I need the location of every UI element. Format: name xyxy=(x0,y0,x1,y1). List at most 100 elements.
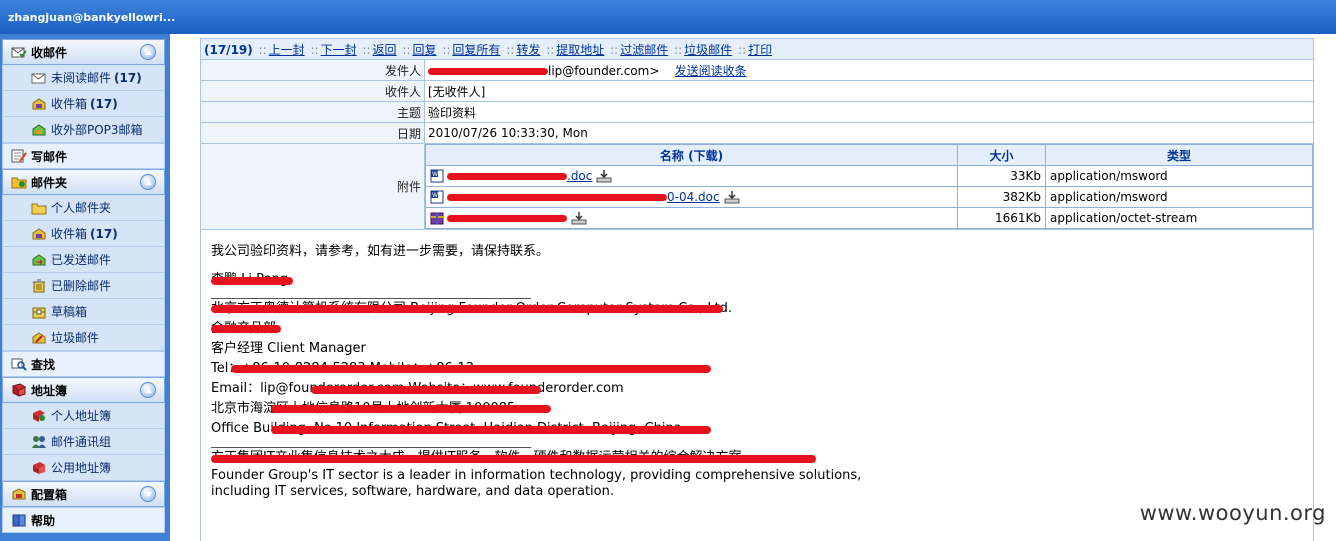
signature-line: 北京市海淀区上地信息路10号上地创新大厦 100085 xyxy=(211,399,1303,419)
redaction-mark xyxy=(428,67,548,75)
user-account: zhangjuan@bankyellowri... xyxy=(8,11,176,24)
attachments-row: 附件 名称 (下载) 大小 类型 W .doc 33Kb application/… xyxy=(200,143,1314,230)
attachment-size: 33Kb xyxy=(957,165,1046,187)
subject-label: 主题 xyxy=(200,101,425,123)
col-type[interactable]: 类型 xyxy=(1045,144,1313,166)
sidebar-section-inbox[interactable]: 收邮件 xyxy=(2,39,165,65)
message-view: (17/19) :: 上一封 :: 下一封 :: 返回 :: 回复 :: 回复所有 :: 转… xyxy=(200,38,1314,541)
filter-mail-link[interactable]: 过滤邮件 xyxy=(620,43,668,57)
attachments-table: 名称 (下载) 大小 类型 W .doc 33Kb application/msw… xyxy=(425,144,1313,229)
back-link[interactable]: 返回 xyxy=(373,43,397,57)
unread-count: (17) xyxy=(114,70,142,85)
sidebar-item-unread[interactable]: 未阅读邮件 (17) xyxy=(2,65,165,91)
sent-icon xyxy=(31,253,47,267)
message-body: 我公司验印资料，请参考，如有进一步需要，请保持联系。 李鹏 Li Peng 北京… xyxy=(200,230,1314,541)
sidebar-item-label: 查找 xyxy=(31,357,56,372)
sidebar-item-label: 已发送邮件 xyxy=(51,253,112,267)
collapse-up-icon[interactable] xyxy=(140,174,156,190)
attachment-download-link[interactable]: 0-04.doc xyxy=(667,190,720,204)
print-link[interactable]: 打印 xyxy=(748,43,772,57)
sidebar-section-config[interactable]: 配置箱 xyxy=(2,481,165,507)
sidebar-item-drafts[interactable]: 草稿箱 xyxy=(2,299,165,325)
subject-value: 验印资料 xyxy=(424,101,1314,123)
signature-title: 客户经理 Client Manager xyxy=(211,341,366,356)
word-icon: W xyxy=(430,169,444,183)
sidebar-item-sent[interactable]: 已发送邮件 xyxy=(2,247,165,273)
sidebar-section-label: 邮件夹 xyxy=(31,175,68,190)
svg-text:W: W xyxy=(432,192,438,199)
sidebar: 收邮件 未阅读邮件 (17) 收件箱 (17) 收外部POP3邮箱 写邮件 邮件夹 … xyxy=(0,34,170,541)
attachments-label: 附件 xyxy=(200,143,425,230)
date-row: 日期 2010/07/26 10:33:30, Mon xyxy=(200,122,1314,144)
sidebar-item-help[interactable]: 帮助 xyxy=(2,507,165,533)
col-size[interactable]: 大小 xyxy=(957,144,1046,166)
sidebar-item-mail-groups[interactable]: 邮件通讯组 xyxy=(2,429,165,455)
message-toolbar: (17/19) :: 上一封 :: 下一封 :: 返回 :: 回复 :: 回复所有 :: 转… xyxy=(200,38,1314,60)
collapse-up-icon[interactable] xyxy=(140,44,156,60)
drafts-icon xyxy=(31,305,47,319)
sidebar-item-label: 公用地址簿 xyxy=(51,461,112,475)
public-contacts-icon xyxy=(31,461,47,475)
attachment-download-link[interactable]: .doc xyxy=(567,169,592,183)
redaction-mark xyxy=(211,305,723,313)
forward-link[interactable]: 转发 xyxy=(516,43,540,57)
sidebar-item-spam[interactable]: 垃圾邮件 xyxy=(2,325,165,351)
collapse-up-icon[interactable] xyxy=(140,382,156,398)
sidebar-item-inbox[interactable]: 收件箱 (17) xyxy=(2,91,165,117)
message-position: (17/19) xyxy=(204,42,253,57)
mark-spam-link[interactable]: 垃圾邮件 xyxy=(684,43,732,57)
word-icon: W xyxy=(430,190,444,204)
sidebar-item-label: 收件箱 xyxy=(51,227,88,241)
sidebar-item-personal-contacts[interactable]: 个人地址簿 xyxy=(2,403,165,429)
sidebar-item-label: 个人地址簿 xyxy=(51,409,112,423)
to-row: 收件人 [无收件人] xyxy=(200,80,1314,102)
col-name[interactable]: 名称 (下载) xyxy=(425,144,958,166)
sidebar-section-label: 收邮件 xyxy=(31,45,68,60)
sidebar-item-compose[interactable]: 写邮件 xyxy=(2,143,165,169)
prev-message-link[interactable]: 上一封 xyxy=(269,43,305,57)
footer-en-line-1: Founder Group's IT sector is a leader in… xyxy=(211,468,862,483)
sidebar-item-trash[interactable]: 已删除邮件 xyxy=(2,273,165,299)
sidebar-item-pop3[interactable]: 收外部POP3邮箱 xyxy=(2,117,165,143)
to-value: [无收件人] xyxy=(424,80,1314,102)
watermark: www.wooyun.org xyxy=(1139,501,1326,525)
attachment-type: application/octet-stream xyxy=(1045,207,1313,229)
contact-icon xyxy=(31,409,47,423)
attachments-header-row: 名称 (下载) 大小 类型 xyxy=(425,144,1313,166)
reply-link[interactable]: 回复 xyxy=(412,43,436,57)
attachment-row: 1661Kb application/octet-stream xyxy=(425,207,1313,229)
redaction-mark xyxy=(231,365,711,373)
sidebar-section-folders[interactable]: 邮件夹 xyxy=(2,169,165,195)
send-read-receipt-link[interactable]: 发送阅读收条 xyxy=(675,64,747,78)
attachments-cell: 名称 (下载) 大小 类型 W .doc 33Kb application/msw… xyxy=(424,143,1314,230)
sidebar-section-label: 配置箱 xyxy=(31,487,68,502)
sidebar-item-label: 写邮件 xyxy=(31,149,68,164)
attachment-type: application/msword xyxy=(1045,165,1313,187)
sidebar-item-search[interactable]: 查找 xyxy=(2,351,165,377)
config-icon xyxy=(11,487,27,501)
sidebar-section-addressbook[interactable]: 地址簿 xyxy=(2,377,165,403)
signature-line: Office Building, No.10 Information Stree… xyxy=(211,419,1303,439)
reply-all-link[interactable]: 回复所有 xyxy=(452,43,500,57)
body-greeting: 我公司验印资料，请参考，如有进一步需要，请保持联系。 xyxy=(211,244,550,259)
download-icon[interactable] xyxy=(596,169,612,183)
extract-address-link[interactable]: 提取地址 xyxy=(556,43,604,57)
sidebar-item-label: 未阅读邮件 xyxy=(51,71,112,85)
from-value-cell: lip@founder.com> 发送阅读收条 xyxy=(424,59,1314,81)
pop3-icon xyxy=(31,123,47,137)
attachment-size: 382Kb xyxy=(957,186,1046,208)
compose-icon xyxy=(11,149,27,163)
folder-icon xyxy=(31,201,47,215)
sidebar-item-personal-folder[interactable]: 个人邮件夹 xyxy=(2,195,165,221)
folder-icon xyxy=(11,175,27,189)
sidebar-item-folder-inbox[interactable]: 收件箱 (17) xyxy=(2,221,165,247)
expand-down-icon[interactable] xyxy=(140,486,156,502)
inbox-icon xyxy=(31,97,47,111)
download-icon[interactable] xyxy=(724,190,740,204)
signature-line: Tel：+86-10-8284-5283 Mobile：+86-13 xyxy=(211,359,1303,379)
next-message-link[interactable]: 下一封 xyxy=(321,43,357,57)
sidebar-item-label: 垃圾邮件 xyxy=(51,331,100,345)
download-icon[interactable] xyxy=(571,211,587,225)
addressbook-icon xyxy=(11,383,27,397)
sidebar-item-public-contacts[interactable]: 公用地址簿 xyxy=(2,455,165,481)
